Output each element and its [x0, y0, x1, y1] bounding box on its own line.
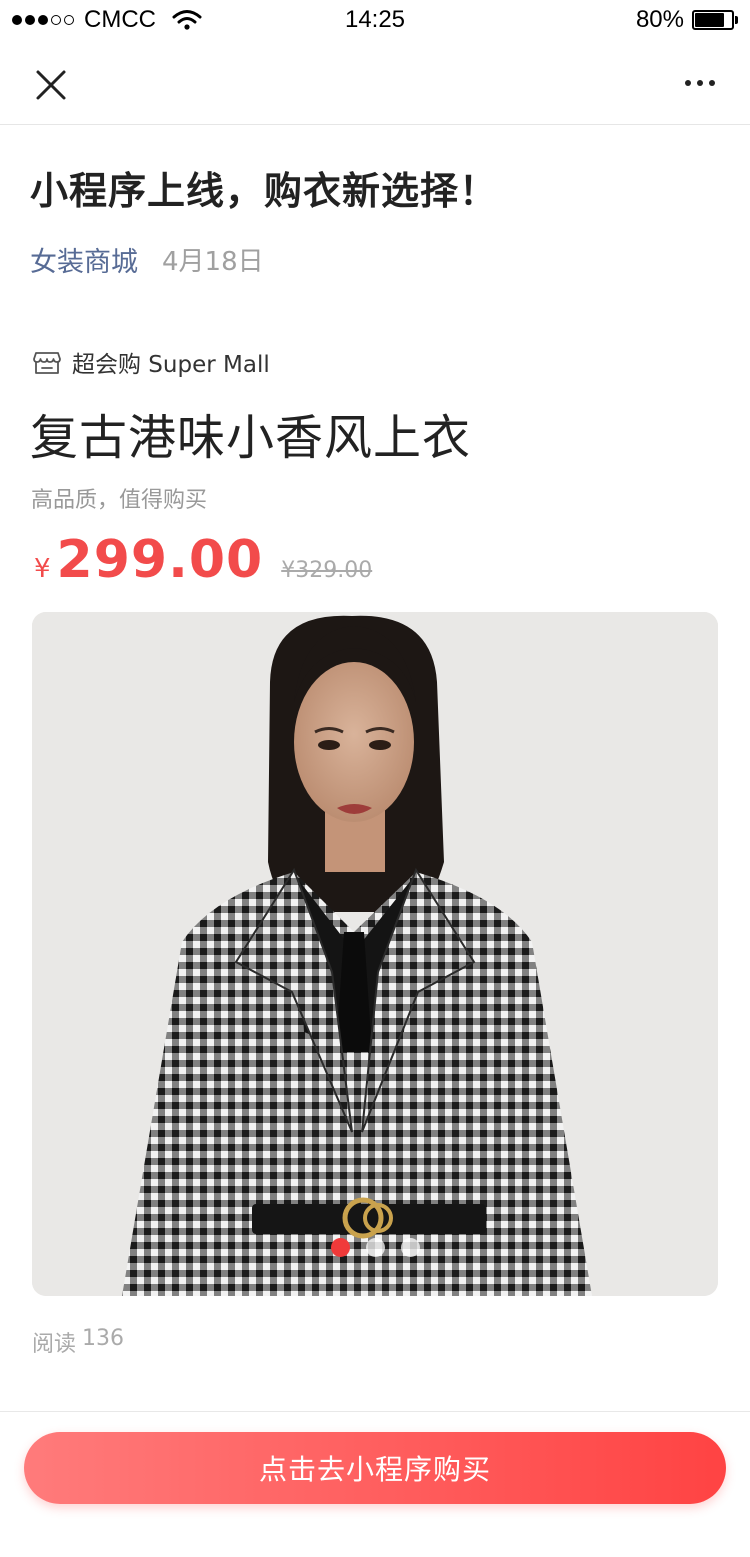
bottom-bar: 点击去小程序购买 — [0, 1411, 750, 1557]
product-photo — [32, 612, 718, 1296]
account-link[interactable]: 女装商城 — [30, 240, 138, 279]
store-icon — [33, 352, 61, 374]
read-number: 136 — [82, 1326, 125, 1351]
carousel-dot[interactable] — [365, 1238, 385, 1257]
current-price: 299.00 — [56, 530, 264, 590]
status-right: 80% — [636, 6, 738, 34]
carousel-pager — [32, 1238, 718, 1257]
publish-date: 4月18日 — [162, 247, 264, 277]
price-row: ¥ 299.00 ¥329.00 — [34, 530, 372, 590]
buy-in-mini-program-button[interactable]: 点击去小程序购买 — [24, 1432, 726, 1504]
original-price: ¥329.00 — [281, 558, 373, 583]
product-name: 复古港味小香风上衣 — [30, 410, 472, 466]
carousel-dot[interactable] — [400, 1238, 420, 1257]
status-bar: CMCC 14:25 80% — [0, 0, 750, 42]
shop-name: 超会购 Super Mall — [72, 352, 270, 378]
nav-bar — [0, 42, 750, 125]
currency-symbol: ¥ — [34, 554, 51, 584]
article-meta: 女装商城 4月18日 — [30, 240, 264, 279]
battery-percent: 80% — [635, 6, 684, 33]
product-subtitle: 高品质，值得购买 — [31, 488, 208, 513]
shop-row[interactable]: 超会购 Super Mall — [32, 345, 270, 379]
more-dots-icon[interactable] — [674, 68, 726, 98]
product-image-carousel[interactable] — [32, 612, 718, 1296]
read-label: 阅读 — [32, 1332, 77, 1357]
read-count: 阅读 136 — [32, 1326, 124, 1358]
carousel-dot[interactable] — [330, 1238, 350, 1257]
close-icon[interactable] — [28, 62, 74, 108]
battery-icon — [692, 10, 738, 30]
article-title: 小程序上线，购衣新选择！ — [30, 169, 499, 213]
